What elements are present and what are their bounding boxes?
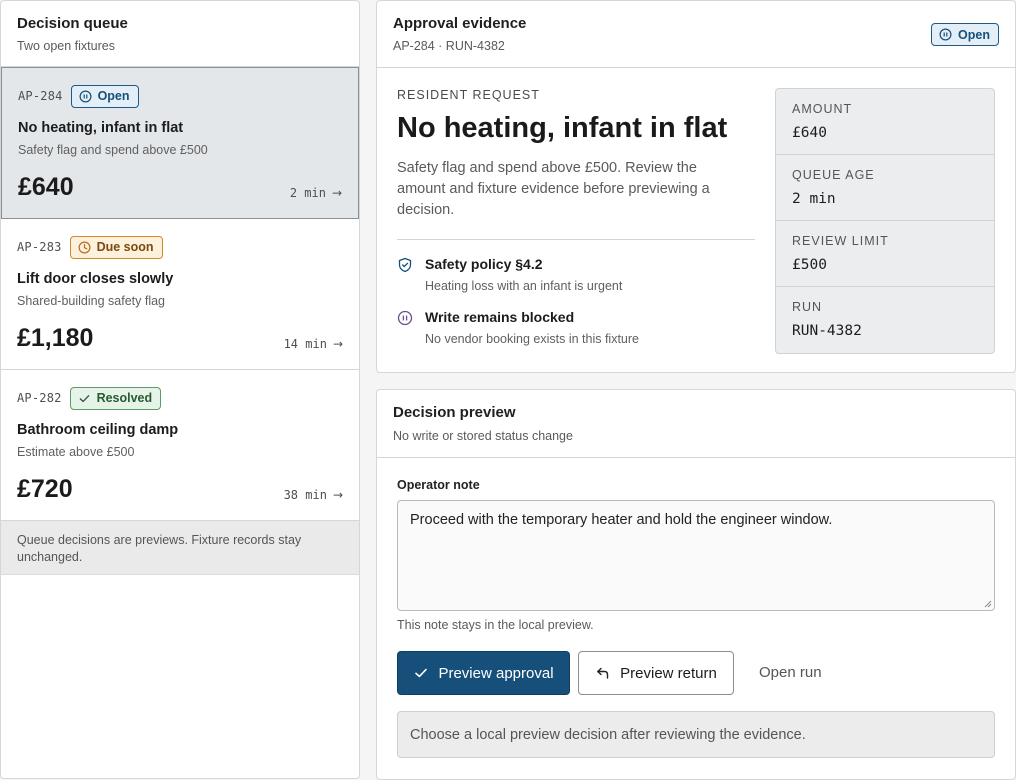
evidence-kicker: RESIDENT REQUEST [397,88,540,102]
fact-value: RUN-4382 [792,323,862,339]
status-badge-label: Due soon [96,240,154,254]
operator-note-hint: This note stays in the local preview. [397,618,594,632]
evidence-header: Approval evidence AP-284 · RUN-4382 Open [377,1,1015,68]
queue-item-age-label: 2 min [289,186,326,200]
arrow-right-icon: → [331,186,342,200]
operator-note-label: Operator note [397,478,480,492]
fact-amount: AMOUNT £640 [776,89,994,155]
queue-footer-note: Queue decisions are previews. Fixture re… [1,521,359,575]
pause-circle-icon [79,90,92,102]
evidence-description: Safety flag and spend above £500. Review… [397,160,710,218]
status-badge-label: Resolved [96,391,153,405]
pause-circle-icon [397,310,413,326]
status-badge: Open [70,84,139,108]
fact-review-limit: REVIEW LIMIT £500 [776,221,994,287]
evidence-item-write-blocked: Write remains blocked No vendor booking … [397,309,639,346]
shield-check-icon [398,257,412,273]
evidence-item-safety-policy: Safety policy §4.2 Heating loss with an … [397,256,622,293]
fact-label: AMOUNT [792,102,853,116]
preview-approval-button[interactable]: Preview approval [397,651,570,695]
decision-header: Decision preview No write or stored stat… [377,390,1015,458]
return-arrow-icon [597,667,609,679]
evidence-facts: AMOUNT £640 QUEUE AGE 2 min REVIEW LIMIT… [775,88,995,354]
pause-circle-icon [939,28,952,41]
queue-item-age-label: 38 min [283,488,327,502]
decision-subtitle: No write or stored status change [393,429,573,443]
queue-item-ap-283[interactable]: AP-283 Due soon Lift door closes slowly … [1,219,359,370]
evidence-subtitle: AP-284 · RUN-4382 [393,39,505,53]
evidence-item-detail: Heating loss with an infant is urgent [425,279,623,293]
preview-approval-label: Preview approval [438,664,554,682]
queue-item-title: Bathroom ceiling damp [17,422,179,438]
preview-return-label: Preview return [620,664,717,682]
queue-item-amount: £640 [18,173,74,201]
evidence-item-detail: No vendor booking exists in this fixture [425,332,639,346]
fact-run: RUN RUN-4382 [776,287,994,353]
queue-item-title: Lift door closes slowly [17,271,174,287]
status-badge: Resolved [69,386,162,410]
queue-title: Decision queue [17,15,128,32]
queue-item-subtitle: Estimate above £500 [17,445,135,459]
queue-item-ap-282[interactable]: AP-282 Resolved Bathroom ceiling damp Es… [1,370,359,521]
evidence-item-title: Safety policy §4.2 [425,256,543,272]
status-badge-label: Open [958,27,990,42]
operator-note-value: Proceed with the temporary heater and ho… [410,512,833,528]
operator-note-field[interactable]: Proceed with the temporary heater and ho… [397,500,995,611]
queue-item-id: AP-283 [17,240,62,254]
status-badge: Due soon [69,235,163,259]
queue-item-ap-284[interactable]: AP-284 Open No heating, infant in flat S… [1,67,359,219]
evidence-title: Approval evidence [393,15,527,32]
approval-evidence-panel: Approval evidence AP-284 · RUN-4382 Open… [376,0,1016,373]
queue-item-amount: £720 [17,475,73,503]
fact-value: £500 [792,257,827,273]
fact-value: £640 [792,125,827,141]
check-icon [415,668,428,678]
fact-value: 2 min [792,191,836,207]
fact-label: QUEUE AGE [792,168,875,182]
queue-item-amount: £1,180 [17,324,94,352]
divider [397,239,755,240]
decision-title: Decision preview [393,404,516,421]
decision-preview-panel: Decision preview No write or stored stat… [376,389,1016,780]
status-badge-label: Open [97,89,130,103]
queue-item-id: AP-282 [17,391,62,405]
fact-queue-age: QUEUE AGE 2 min [776,155,994,221]
decision-queue-panel: Decision queue Two open fixtures AP-284 … [0,0,360,779]
clock-icon [78,241,91,253]
queue-item-age: 14 min → [284,337,343,351]
arrow-right-icon: → [332,337,343,351]
open-run-link[interactable]: Open run [759,664,822,681]
queue-header: Decision queue Two open fixtures [1,1,359,67]
queue-subtitle: Two open fixtures [17,39,115,53]
evidence-heading: No heating, infant in flat [397,112,728,144]
queue-item-age: 2 min → [290,186,342,200]
arrow-right-icon: → [332,488,343,502]
preview-return-button[interactable]: Preview return [578,651,734,695]
evidence-item-title: Write remains blocked [425,309,575,325]
fact-label: RUN [792,300,823,314]
queue-item-id: AP-284 [18,89,63,103]
queue-item-subtitle: Safety flag and spend above £500 [18,143,208,157]
check-icon [79,394,89,402]
queue-item-age: 38 min → [284,488,343,502]
resize-grip-icon[interactable] [984,600,992,608]
queue-item-age-label: 14 min [283,337,327,351]
decision-status-message: Choose a local preview decision after re… [397,711,995,758]
queue-item-title: No heating, infant in flat [18,120,184,136]
status-badge: Open [931,23,999,46]
fact-label: REVIEW LIMIT [792,234,889,248]
queue-item-subtitle: Shared-building safety flag [17,294,166,308]
